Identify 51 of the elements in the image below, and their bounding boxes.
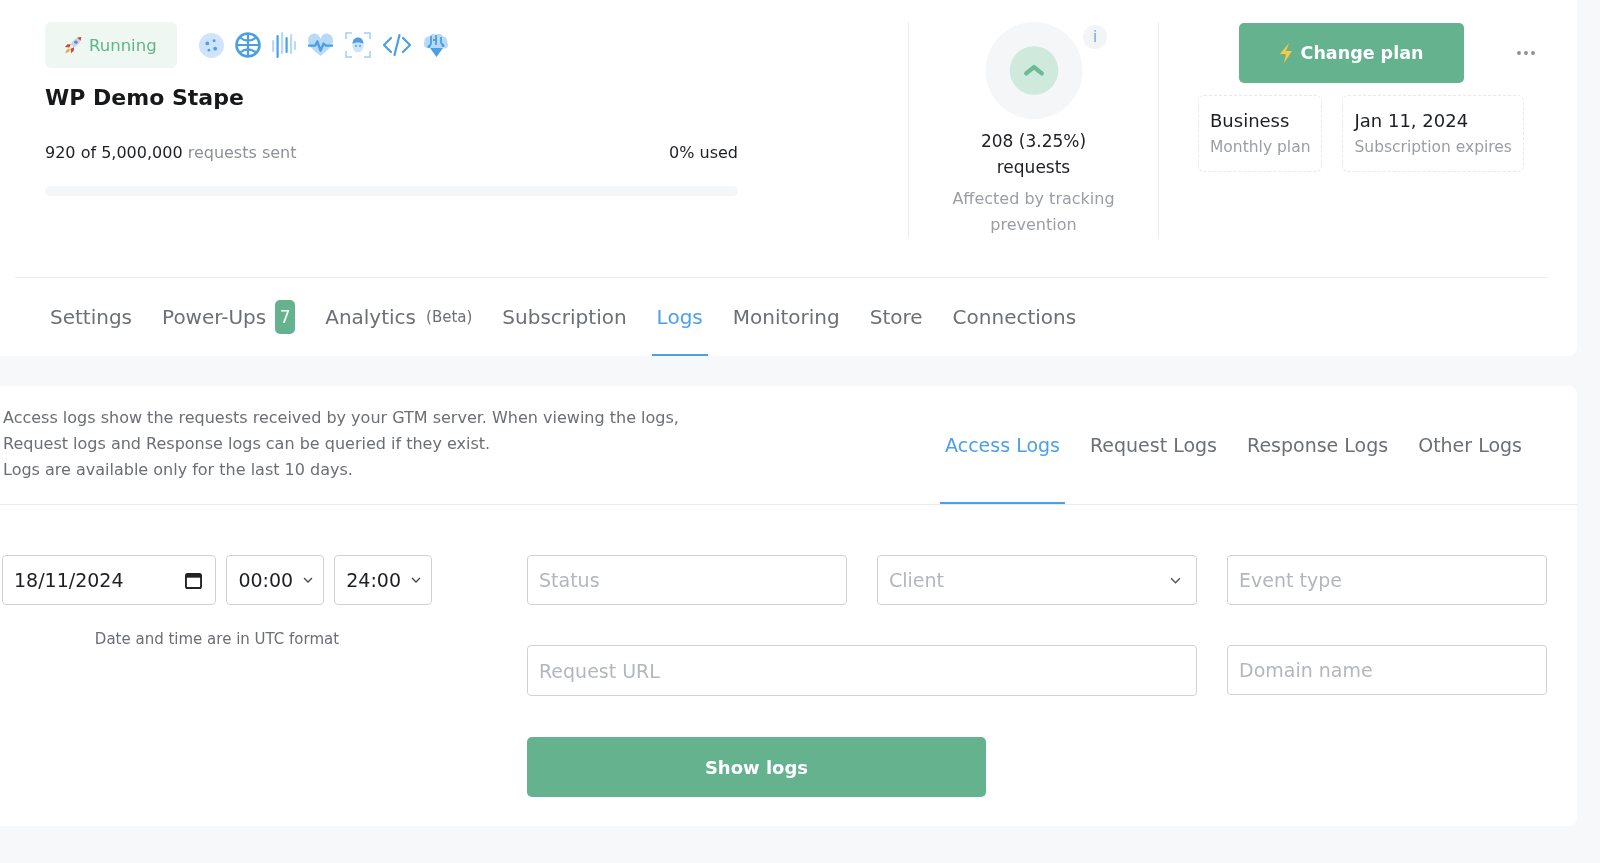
count-badge: 7 xyxy=(275,300,296,334)
request-url-field[interactable]: Request URL xyxy=(527,645,1197,696)
nav-tab[interactable]: Connections xyxy=(947,278,1082,356)
nav-tab[interactable]: Monitoring xyxy=(727,278,845,356)
show-logs-button[interactable]: Show logs xyxy=(527,737,986,797)
nav-tab[interactable]: Settings xyxy=(45,278,138,356)
plan-card-value: Business xyxy=(1210,109,1291,133)
tracking-caption: Affected by tracking prevention xyxy=(951,188,1116,236)
nav-tab[interactable]: Power-Ups 7 xyxy=(157,278,301,356)
code-icon xyxy=(381,33,412,57)
plan-card-caption: Subscription expires xyxy=(1354,137,1512,158)
globe-icon xyxy=(234,32,261,58)
event-type-field[interactable]: Event type xyxy=(1227,555,1547,605)
brain-circuit-icon xyxy=(422,32,449,58)
plan-card-value: Jan 11, 2024 xyxy=(1354,109,1470,133)
rocket-icon xyxy=(64,35,83,55)
face-scan-icon xyxy=(344,32,371,58)
nav-tab[interactable]: Analytics (Beta) xyxy=(320,278,478,356)
tracking-unit: requests xyxy=(996,156,1071,179)
nav-tab[interactable]: Subscription xyxy=(497,278,632,356)
sound-bars-icon xyxy=(271,32,296,58)
timezone-note: Date and time are in UTC format xyxy=(93,629,341,649)
log-type-tab[interactable]: Request Logs xyxy=(1084,386,1223,504)
log-type-tab[interactable]: Other Logs xyxy=(1413,386,1527,504)
status-field[interactable]: Status xyxy=(527,555,847,605)
date-field[interactable]: 18/11/2024 xyxy=(2,555,217,605)
status-label: Running xyxy=(89,35,157,55)
heart-pulse-icon xyxy=(306,33,334,57)
domain-name-field[interactable]: Domain name xyxy=(1227,645,1547,695)
logs-availability: Logs are available only for the last 10 days. xyxy=(3,459,354,481)
cookie-icon xyxy=(198,32,224,58)
lightning-icon xyxy=(1279,43,1292,63)
caret-icon xyxy=(411,577,421,583)
change-plan-button[interactable]: Change plan xyxy=(1239,23,1464,83)
percent-used-text: 0% used xyxy=(669,142,738,164)
log-type-tab[interactable]: Access Logs xyxy=(940,386,1065,504)
nav-tab[interactable]: Store xyxy=(864,278,928,356)
caret-icon xyxy=(1170,576,1181,584)
end-time-select[interactable]: 24:00 xyxy=(334,555,432,605)
requests-sent-text: 920 of 5,000,000 requests sent xyxy=(45,142,297,164)
logs-description: Access logs show the requests received by your GTM server. When viewing the logs, Request logs and Response logs can be queried if they exist. xyxy=(3,407,680,455)
calendar-icon xyxy=(185,571,203,589)
nav-tab[interactable]: Logs xyxy=(651,278,708,356)
plan-card-caption: Monthly plan xyxy=(1210,137,1311,158)
start-time-select[interactable]: 00:00 xyxy=(226,555,325,605)
log-type-tab[interactable]: Response Logs xyxy=(1242,386,1394,504)
tracking-count: 208 (3.25%) xyxy=(980,130,1087,153)
more-icon[interactable] xyxy=(1517,51,1535,55)
container-title: WP Demo Stape xyxy=(45,84,245,112)
chevron-up-icon xyxy=(983,22,1084,119)
caret-icon xyxy=(303,577,314,583)
